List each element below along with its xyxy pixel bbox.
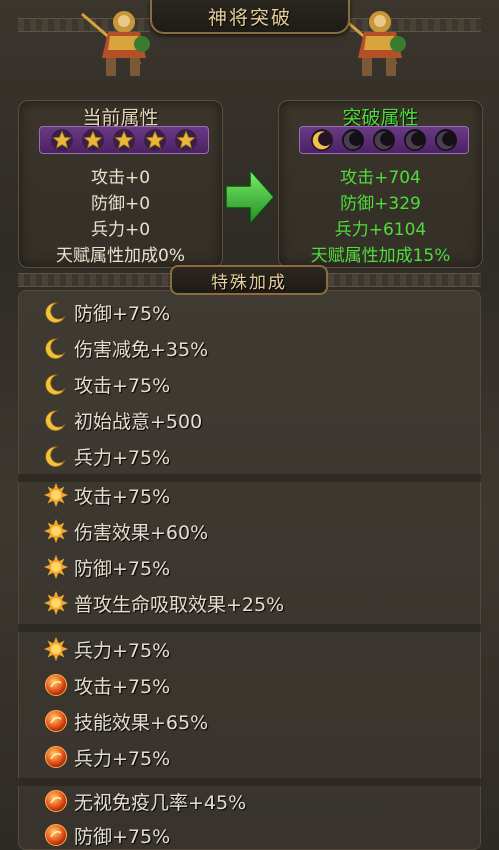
star-icon: [144, 129, 167, 151]
group-divider: [18, 624, 481, 632]
breakthrough-stat-talent: 天赋属性加成15%: [310, 246, 451, 266]
list-item: 普攻生命吸取效果+25%: [44, 588, 284, 618]
fire-orb-icon: [45, 710, 67, 732]
list-item-text: 兵力+75%: [74, 747, 171, 770]
list-item-text: 防御+75%: [74, 302, 171, 325]
special-deco-strip-right: [328, 273, 481, 287]
page-title: 神将突破: [207, 6, 292, 29]
list-item: 攻击+75%: [44, 369, 170, 399]
list-item: 攻击+75%: [44, 480, 170, 510]
list-item: 兵力+75%: [44, 441, 170, 471]
group-divider: [18, 778, 481, 786]
moon-rating-bar: [299, 126, 469, 154]
title-banner: 神将突破: [150, 0, 350, 34]
special-bonus-header: 特殊加成: [170, 265, 328, 295]
moon-icon: [310, 129, 333, 151]
list-item-text: 兵力+75%: [74, 639, 171, 662]
sun-icon: [44, 591, 68, 615]
list-item: 初始战意+500: [44, 405, 202, 435]
breakthrough-stat-defense: 防御+329: [340, 194, 421, 214]
list-item-text: 攻击+75%: [74, 675, 171, 698]
moon-icon: [372, 129, 395, 151]
moon-icon: [435, 129, 458, 151]
current-stat-attack: 攻击+0: [90, 168, 151, 188]
list-item: 技能效果+65%: [44, 706, 208, 736]
special-deco-strip-left: [18, 273, 170, 287]
list-item-text: 攻击+75%: [74, 485, 171, 508]
sun-icon: [44, 637, 68, 661]
breakthrough-attributes-panel: 突破属性 攻击+704 防御+329 兵力+6104 天赋属性加成15%: [278, 100, 483, 268]
fire-orb-icon: [45, 790, 67, 812]
list-item-text: 普攻生命吸取效果+25%: [74, 593, 285, 616]
fire-orb-icon: [45, 674, 67, 696]
fire-orb-icon: [45, 746, 67, 768]
list-item-text: 初始战意+500: [74, 410, 203, 433]
list-item-text: 伤害效果+60%: [74, 521, 209, 544]
current-attributes-panel: 当前属性 攻击+0 防御+0 兵力+0 天赋属性加成0%: [18, 100, 223, 268]
list-item-text: 伤害减免+35%: [74, 338, 209, 361]
list-item: 攻击+75%: [44, 670, 170, 700]
list-item: 防御+75%: [44, 820, 170, 850]
list-item-text: 防御+75%: [74, 825, 171, 848]
moon-icon: [45, 374, 66, 396]
moon-icon: [45, 338, 66, 360]
sun-icon: [44, 483, 68, 507]
special-bonus-title: 特殊加成: [211, 272, 287, 293]
list-item-text: 兵力+75%: [74, 446, 171, 469]
star-icon: [175, 129, 198, 151]
star-icon: [81, 129, 104, 151]
moon-icon: [45, 446, 66, 468]
list-item-text: 攻击+75%: [74, 374, 171, 397]
current-stat-talent: 天赋属性加成0%: [56, 246, 185, 266]
star-rating-bar: [39, 126, 209, 154]
star-icon: [112, 129, 135, 151]
breakthrough-screen: 神将突破 当前属性 攻击+0 防御+0 兵力+0 天赋属性加成0% 突破属性 攻…: [0, 0, 499, 850]
sun-icon: [44, 555, 68, 579]
list-item: 防御+75%: [44, 297, 170, 327]
current-stat-troops: 兵力+0: [90, 220, 151, 240]
sun-icon: [44, 519, 68, 543]
list-item-text: 防御+75%: [74, 557, 171, 580]
list-item: 伤害效果+60%: [44, 516, 208, 546]
fire-orb-icon: [45, 824, 67, 846]
breakthrough-stat-troops: 兵力+6104: [334, 220, 427, 240]
moon-icon: [404, 129, 427, 151]
arrow-right-icon: [225, 168, 276, 226]
list-item: 兵力+75%: [44, 742, 170, 772]
list-item-text: 技能效果+65%: [74, 711, 209, 734]
moon-icon: [341, 129, 364, 151]
breakthrough-stat-attack: 攻击+704: [340, 168, 421, 188]
star-icon: [50, 129, 73, 151]
list-item: 伤害减免+35%: [44, 333, 208, 363]
moon-icon: [45, 410, 66, 432]
hero-figure-left: [81, 11, 150, 76]
list-item-text: 无视免疫几率+45%: [74, 791, 247, 814]
list-item: 防御+75%: [44, 552, 170, 582]
moon-icon: [45, 302, 66, 324]
current-stat-defense: 防御+0: [90, 194, 151, 214]
list-item: 兵力+75%: [44, 634, 170, 664]
list-item: 无视免疫几率+45%: [44, 786, 246, 816]
